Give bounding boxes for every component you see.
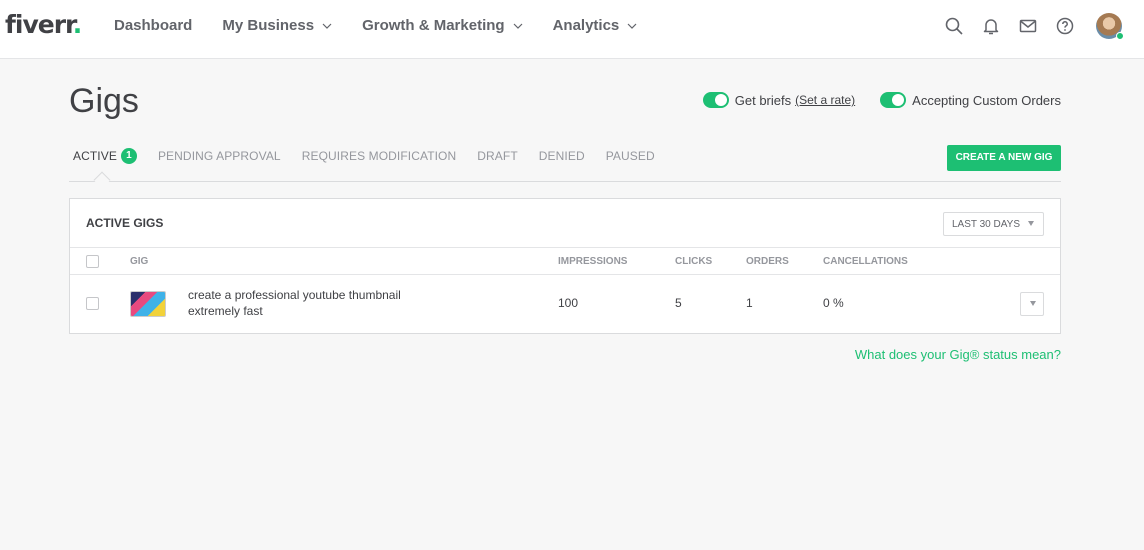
clicks-value: 5 — [675, 296, 682, 310]
caret-down-icon — [1028, 221, 1034, 226]
nav-label: Dashboard — [114, 17, 193, 34]
period-select[interactable]: LAST 30 DAYS — [943, 212, 1044, 236]
table-header: ACTIVE GIGS LAST 30 DAYS — [70, 199, 1060, 248]
tab-draft[interactable]: DRAFT — [477, 148, 518, 164]
logo-text: fiverr — [5, 10, 74, 39]
nav-growth-marketing[interactable]: Growth & Marketing — [362, 17, 523, 34]
seller-toggles: Get briefs (Set a rate) Accepting Custom… — [678, 92, 1061, 108]
get-briefs-toggle[interactable] — [702, 92, 729, 108]
get-briefs-label: Get briefs — [734, 92, 792, 108]
gig-status-help-link[interactable]: What does your Gig® status mean? — [855, 347, 1061, 362]
create-new-gig-button[interactable]: CREATE A NEW GIG — [947, 145, 1061, 171]
tab-requires-modification[interactable]: REQUIRES MODIFICATION — [302, 148, 457, 164]
tab-label: PENDING APPROVAL — [157, 149, 281, 163]
get-briefs-group: Get briefs (Set a rate) — [702, 92, 855, 108]
nav-label: Analytics — [552, 17, 620, 34]
set-a-rate-link[interactable]: (Set a rate) — [795, 93, 855, 107]
column-orders[interactable]: ORDERS — [746, 256, 789, 267]
table-row: create a professional youtube thumbnail … — [70, 275, 1060, 332]
online-status-dot — [1116, 32, 1124, 40]
chevron-down-icon — [513, 23, 523, 29]
gig-title-link[interactable]: create a professional youtube thumbnail … — [188, 287, 428, 319]
tab-denied[interactable]: DENIED — [539, 148, 585, 164]
active-tab-indicator — [93, 171, 111, 189]
tab-label: DENIED — [538, 149, 585, 163]
column-impressions[interactable]: IMPRESSIONS — [558, 256, 627, 267]
impressions-value: 100 — [558, 296, 579, 310]
tab-active[interactable]: ACTIVE 1 — [73, 148, 137, 164]
column-cancellations[interactable]: CANCELLATIONS — [823, 256, 908, 267]
gig-status-tabs: ACTIVE 1 PENDING APPROVAL REQUIRES MODIF… — [69, 148, 676, 164]
orders-value: 1 — [746, 296, 753, 310]
row-checkbox[interactable] — [86, 297, 99, 310]
column-gig[interactable]: GIG — [130, 256, 148, 267]
tab-label: PAUSED — [605, 149, 655, 163]
nav-analytics[interactable]: Analytics — [553, 17, 638, 34]
column-headers: GIG IMPRESSIONS CLICKS ORDERS CANCELLATI… — [70, 248, 1060, 275]
period-value: LAST 30 DAYS — [952, 218, 1020, 230]
custom-orders-group: Accepting Custom Orders — [880, 92, 1061, 108]
chevron-down-icon — [322, 23, 332, 29]
help-icon[interactable] — [1055, 16, 1075, 36]
search-icon[interactable] — [944, 16, 964, 36]
tab-pending-approval[interactable]: PENDING APPROVAL — [158, 148, 281, 164]
nav-dashboard[interactable]: Dashboard — [114, 17, 192, 34]
nav-label: My Business — [222, 17, 315, 34]
chevron-down-icon — [627, 23, 637, 29]
custom-orders-toggle[interactable] — [880, 92, 907, 108]
caret-down-icon — [1030, 301, 1036, 306]
fiverr-logo[interactable]: fiverr. — [5, 10, 82, 39]
nav-my-business[interactable]: My Business — [222, 17, 332, 34]
tab-label: DRAFT — [477, 149, 518, 163]
page-title: Gigs — [69, 82, 139, 120]
gig-thumbnail[interactable] — [130, 291, 166, 317]
count-badge: 1 — [120, 148, 137, 164]
top-navigation-bar: fiverr. Dashboard My Business Growth & M… — [0, 0, 1144, 59]
main-nav: Dashboard My Business Growth & Marketing… — [114, 17, 667, 34]
cancellations-value: 0 % — [823, 296, 844, 310]
mail-icon[interactable] — [1018, 16, 1038, 36]
tab-paused[interactable]: PAUSED — [606, 148, 655, 164]
active-gigs-table: ACTIVE GIGS LAST 30 DAYS GIG IMPRESSIONS… — [69, 198, 1061, 334]
column-clicks[interactable]: CLICKS — [675, 256, 712, 267]
tab-label: ACTIVE — [73, 149, 117, 163]
top-icons — [944, 13, 1144, 40]
tab-label: REQUIRES MODIFICATION — [301, 149, 457, 163]
custom-orders-label: Accepting Custom Orders — [912, 92, 1061, 108]
nav-label: Growth & Marketing — [362, 17, 505, 34]
row-actions-dropdown[interactable] — [1020, 292, 1044, 316]
bell-icon[interactable] — [981, 16, 1001, 36]
select-all-checkbox[interactable] — [86, 255, 99, 268]
avatar[interactable] — [1096, 13, 1124, 40]
table-title: ACTIVE GIGS — [86, 216, 164, 230]
logo-dot: . — [72, 10, 82, 39]
tabs-divider — [69, 181, 1061, 182]
